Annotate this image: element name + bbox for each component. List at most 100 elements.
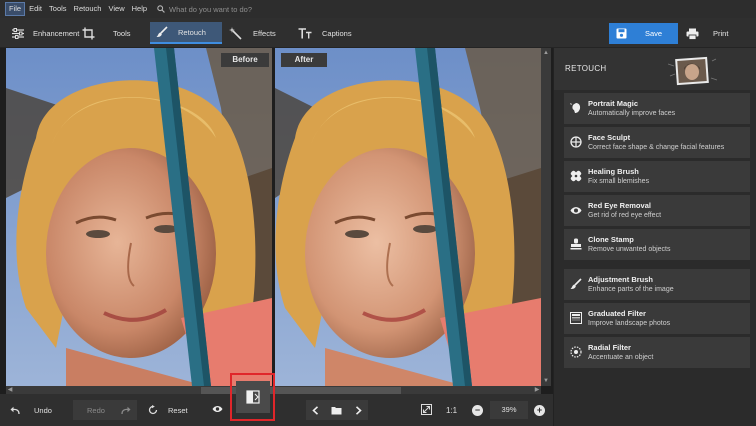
tab-retouch[interactable]: Retouch [150, 22, 222, 44]
scroll-up-arrow-icon[interactable]: ▲ [542, 49, 550, 57]
bottom-bar: Undo Redo Reset 1:1 − + [0, 394, 553, 426]
menu-retouch[interactable]: Retouch [71, 2, 105, 16]
photo-after[interactable]: After [275, 48, 541, 386]
redo-label: Redo [87, 405, 105, 415]
next-image-button[interactable] [355, 405, 362, 415]
menu-help[interactable]: Help [129, 2, 150, 16]
tool-portrait-magic[interactable]: Portrait Magic Automatically improve fac… [564, 93, 750, 124]
stamp-icon [570, 238, 582, 250]
before-label: Before [221, 53, 269, 67]
tool-face-sculpt[interactable]: Face Sculpt Correct face shape & change … [564, 127, 750, 158]
tool-name: Clone Stamp [588, 235, 634, 244]
tab-captions-label: Captions [322, 28, 352, 38]
portrait-magic-icon [570, 102, 582, 114]
radial-filter-icon [570, 346, 582, 358]
tool-name: Graduated Filter [588, 309, 646, 318]
tool-desc: Accentuate an object [588, 354, 654, 361]
graduated-filter-icon [570, 312, 582, 324]
tool-desc: Enhance parts of the image [588, 286, 674, 293]
save-label: Save [645, 29, 663, 38]
redo-icon [121, 406, 131, 415]
tool-name: Face Sculpt [588, 133, 631, 142]
compare-view-inner [235, 381, 270, 413]
zoom-out-icon: − [472, 404, 483, 416]
image-navigation [306, 400, 368, 420]
compare-view-button[interactable] [230, 373, 275, 421]
portrait-thumbnail-icon [668, 56, 718, 86]
tab-effects[interactable]: Effects [225, 22, 289, 44]
print-label: Print [713, 29, 729, 38]
after-label: After [281, 53, 327, 67]
menu-edit[interactable]: Edit [26, 2, 45, 16]
tab-enhancement[interactable]: Enhancement [6, 22, 79, 44]
panel-header: RETOUCH [554, 48, 756, 90]
retouch-tool-list: Portrait Magic Automatically improve fac… [564, 93, 750, 371]
tool-name: Radial Filter [588, 343, 631, 352]
tool-adjustment-brush[interactable]: Adjustment Brush Enhance parts of the im… [564, 269, 750, 300]
brush-icon [156, 26, 168, 38]
folder-icon [331, 406, 342, 414]
tool-radial-filter[interactable]: Radial Filter Accentuate an object [564, 337, 750, 368]
eye-icon [212, 405, 223, 415]
brush-icon [570, 278, 582, 290]
tool-name: Red Eye Removal [588, 201, 651, 210]
reset-icon [148, 405, 158, 415]
save-button[interactable]: Save [609, 23, 678, 44]
tab-effects-label: Effects [253, 28, 276, 38]
tab-tools-label: Tools [113, 28, 131, 38]
tool-name: Healing Brush [588, 167, 639, 176]
sliders-icon [11, 27, 25, 39]
tool-desc: Correct face shape & change facial featu… [588, 144, 725, 151]
fit-screen-icon [421, 403, 432, 417]
tool-red-eye-removal[interactable]: Red Eye Removal Get rid of red eye effec… [564, 195, 750, 226]
zoom-in-icon: + [534, 404, 545, 416]
tool-name: Portrait Magic [588, 99, 639, 108]
undo-button[interactable]: Undo [10, 402, 52, 418]
menu-bar: File Edit Tools Retouch View Help What d… [0, 0, 756, 18]
tool-healing-brush[interactable]: Healing Brush Fix small blemishes [564, 161, 750, 192]
tool-clone-stamp[interactable]: Clone Stamp Remove unwanted objects [564, 229, 750, 260]
menu-file[interactable]: File [5, 2, 26, 16]
search-icon [157, 5, 165, 13]
zoom-level-field[interactable]: 39% [490, 401, 528, 419]
print-button[interactable]: Print [682, 23, 750, 44]
redo-button[interactable]: Redo [73, 400, 137, 420]
undo-icon [10, 406, 20, 415]
printer-icon [686, 28, 699, 40]
tool-desc: Improve landscape photos [588, 320, 671, 327]
chevron-right-icon [355, 405, 362, 415]
scroll-down-arrow-icon[interactable]: ▼ [542, 377, 550, 385]
previous-image-button[interactable] [312, 405, 319, 415]
tool-desc: Get rid of red eye effect [588, 212, 662, 219]
reset-button[interactable]: Reset [148, 402, 188, 418]
tool-graduated-filter[interactable]: Graduated Filter Improve landscape photo… [564, 303, 750, 334]
tool-name: Adjustment Brush [588, 275, 654, 284]
search-box[interactable]: What do you want to do? [157, 5, 252, 14]
tab-enhancement-label: Enhancement [33, 28, 80, 38]
bandage-icon [570, 170, 582, 182]
tool-desc: Remove unwanted objects [588, 246, 671, 253]
tool-desc: Automatically improve faces [588, 110, 676, 117]
menu-view[interactable]: View [105, 2, 127, 16]
zoom-in-button[interactable]: + [534, 402, 545, 418]
fit-to-screen-button[interactable] [421, 402, 432, 418]
zoom-out-button[interactable]: − [472, 402, 483, 418]
undo-label: Undo [34, 405, 52, 415]
tab-retouch-label: Retouch [178, 27, 206, 37]
split-view-icon [245, 390, 260, 404]
menu-tools[interactable]: Tools [46, 2, 70, 16]
tool-desc: Fix small blemishes [588, 178, 650, 185]
eye-icon [570, 204, 582, 216]
photo-before[interactable]: Before [6, 48, 272, 386]
face-sculpt-icon [570, 136, 582, 148]
search-placeholder: What do you want to do? [169, 4, 253, 14]
vertical-scrollbar[interactable]: ▲ ▼ [541, 48, 551, 386]
preview-toggle-button[interactable] [212, 402, 223, 418]
magic-wand-icon [229, 26, 242, 40]
tab-captions[interactable]: Captions [292, 22, 358, 44]
save-icon [616, 28, 627, 39]
tab-tools[interactable]: Tools [78, 22, 146, 44]
actual-size-button[interactable]: 1:1 [446, 402, 457, 418]
open-folder-button[interactable] [331, 406, 342, 415]
chevron-left-icon [312, 405, 319, 415]
